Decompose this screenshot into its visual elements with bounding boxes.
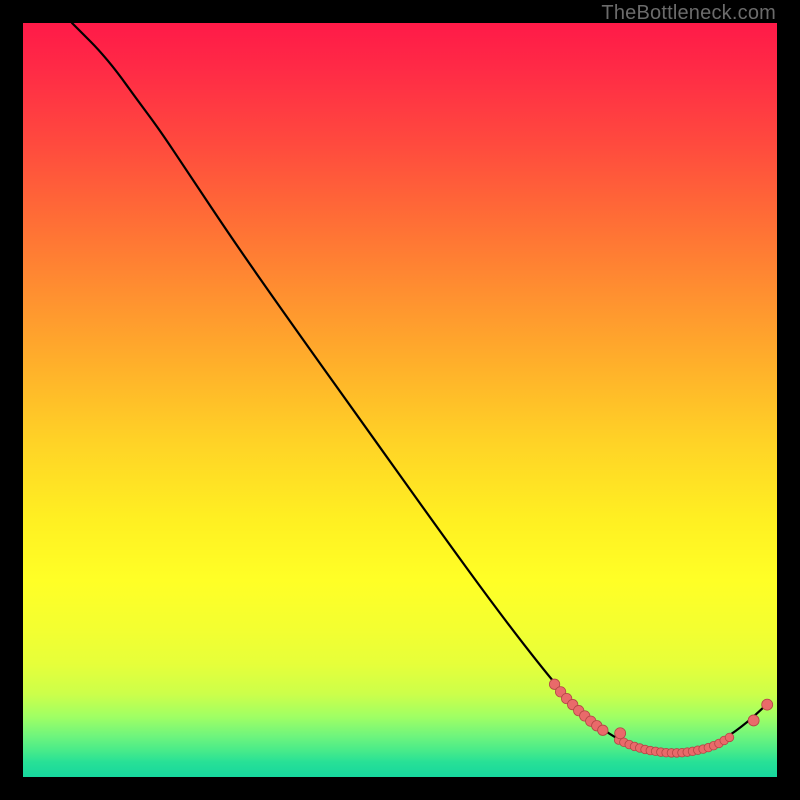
- chart-markers: [549, 679, 772, 757]
- chart-stage: TheBottleneck.com: [0, 0, 800, 800]
- chart-marker: [615, 728, 626, 739]
- chart-marker: [762, 699, 773, 710]
- chart-curve: [72, 23, 766, 753]
- attribution-text: TheBottleneck.com: [601, 2, 776, 25]
- chart-marker: [598, 725, 608, 735]
- chart-plot-area: [23, 23, 777, 777]
- chart-marker: [748, 715, 759, 726]
- chart-marker: [725, 733, 734, 742]
- chart-svg: [23, 23, 777, 777]
